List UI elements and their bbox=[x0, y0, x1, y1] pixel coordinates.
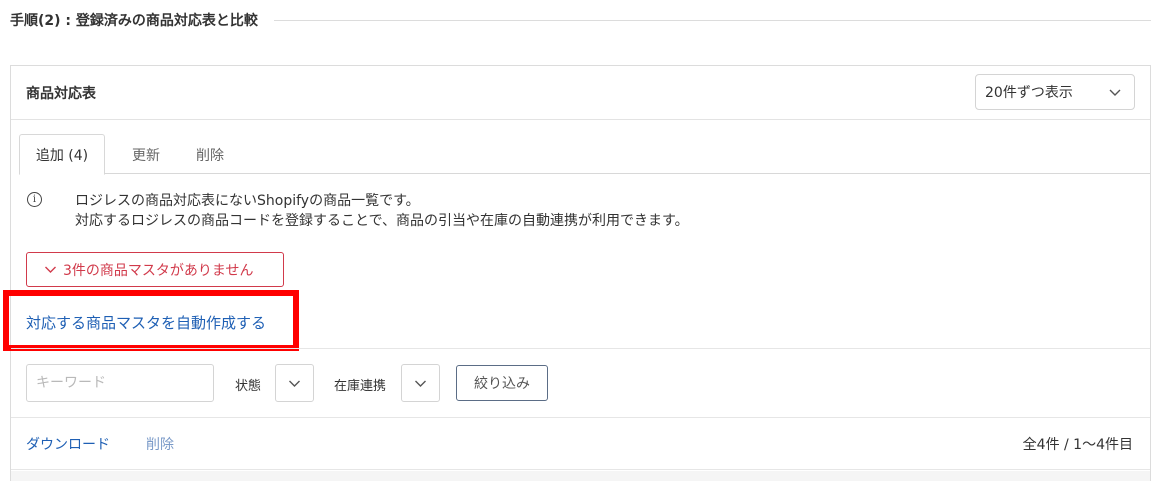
filter-bar: 状態 在庫連携 絞り込み bbox=[11, 348, 1150, 418]
missing-master-label: 3件の商品マスタがありません bbox=[63, 262, 254, 279]
action-row: ダウンロード 削除 全4件 / 1〜4件目 bbox=[11, 418, 1150, 470]
chevron-down-icon bbox=[1108, 85, 1122, 103]
mapping-table-card: 商品対応表 20件ずつ表示 追加 (4) 更新 削除 i ロジレスの商品対応表に… bbox=[3, 65, 1151, 481]
tab-update-label: 更新 bbox=[132, 147, 160, 164]
result-count: 全4件 / 1〜4件目 bbox=[1022, 437, 1133, 453]
chevron-down-icon bbox=[45, 266, 56, 273]
tab-bar: 追加 (4) 更新 削除 bbox=[19, 134, 1150, 175]
tab-delete-label: 削除 bbox=[196, 147, 224, 164]
info-text: ロジレスの商品対応表にないShopifyの商品一覧です。 対応するロジレスの商品… bbox=[75, 191, 689, 231]
stock-sync-label: 在庫連携 bbox=[334, 379, 387, 394]
delete-link[interactable]: 削除 bbox=[146, 434, 174, 454]
missing-master-toggle[interactable]: 3件の商品マスタがありません bbox=[26, 252, 284, 287]
chevron-down-icon bbox=[289, 380, 300, 387]
status-select[interactable] bbox=[275, 364, 314, 402]
per-page-value: 20件ずつ表示 bbox=[985, 85, 1073, 101]
status-label: 状態 bbox=[235, 379, 262, 394]
tab-delete[interactable]: 削除 bbox=[177, 134, 243, 175]
section-heading: 手順(2) : 登録済みの商品対応表と比較 bbox=[10, 10, 1151, 30]
info-icon: i bbox=[27, 192, 42, 207]
keyword-input[interactable] bbox=[26, 364, 214, 402]
tab-add[interactable]: 追加 (4) bbox=[19, 134, 105, 175]
tab-add-label: 追加 (4) bbox=[35, 147, 89, 164]
info-line-1: ロジレスの商品対応表にないShopifyの商品一覧です。 bbox=[75, 193, 420, 209]
info-line-2: 対応するロジレスの商品コードを登録することで、商品の引当や在庫の自動連携が利用で… bbox=[75, 213, 689, 229]
download-link[interactable]: ダウンロード bbox=[26, 434, 110, 454]
section-title: 手順(2) : 登録済みの商品対応表と比較 bbox=[10, 13, 258, 29]
table-header bbox=[11, 471, 1150, 481]
auto-create-master-link[interactable]: 対応する商品マスタを自動作成する bbox=[26, 312, 266, 333]
filter-button[interactable]: 絞り込み bbox=[456, 365, 548, 401]
card-header: 商品対応表 20件ずつ表示 bbox=[11, 66, 1150, 120]
chevron-down-icon bbox=[415, 380, 426, 387]
stock-sync-select[interactable] bbox=[401, 364, 440, 402]
filter-button-label: 絞り込み bbox=[474, 376, 530, 392]
section-divider bbox=[273, 19, 1151, 21]
card-title: 商品対応表 bbox=[26, 86, 96, 102]
per-page-select[interactable]: 20件ずつ表示 bbox=[975, 74, 1135, 110]
tab-update[interactable]: 更新 bbox=[111, 134, 181, 175]
